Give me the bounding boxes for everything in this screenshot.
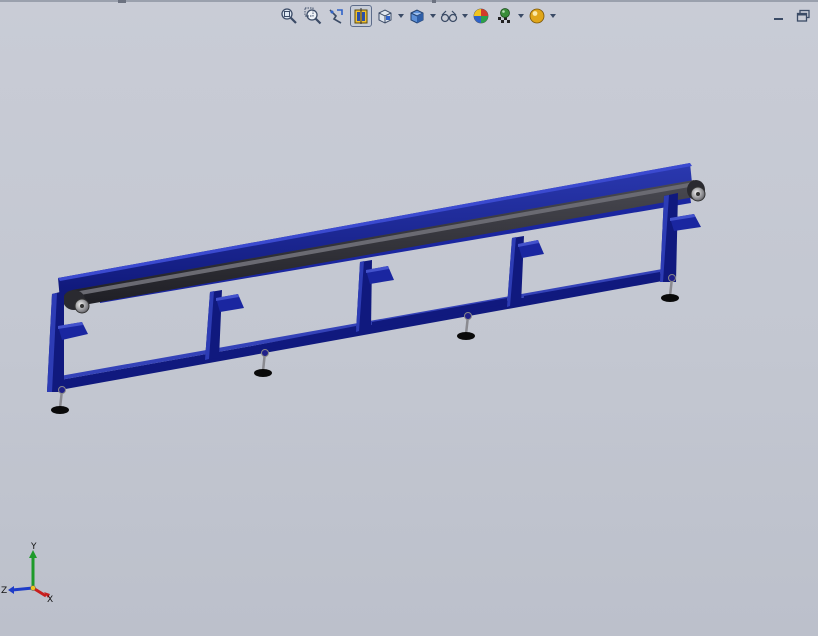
lower-rail-segment	[222, 272, 660, 358]
z-axis-label: Z	[1, 586, 7, 596]
model-graphics-area[interactable]	[0, 0, 818, 636]
reference-triad: Y X Z	[1, 542, 53, 605]
z-axis-arrow	[8, 586, 34, 594]
leg	[660, 193, 701, 282]
triad-origin	[30, 585, 36, 591]
x-axis-label: X	[47, 595, 53, 605]
y-axis-label: Y	[30, 542, 37, 552]
y-axis-arrow	[29, 550, 37, 588]
